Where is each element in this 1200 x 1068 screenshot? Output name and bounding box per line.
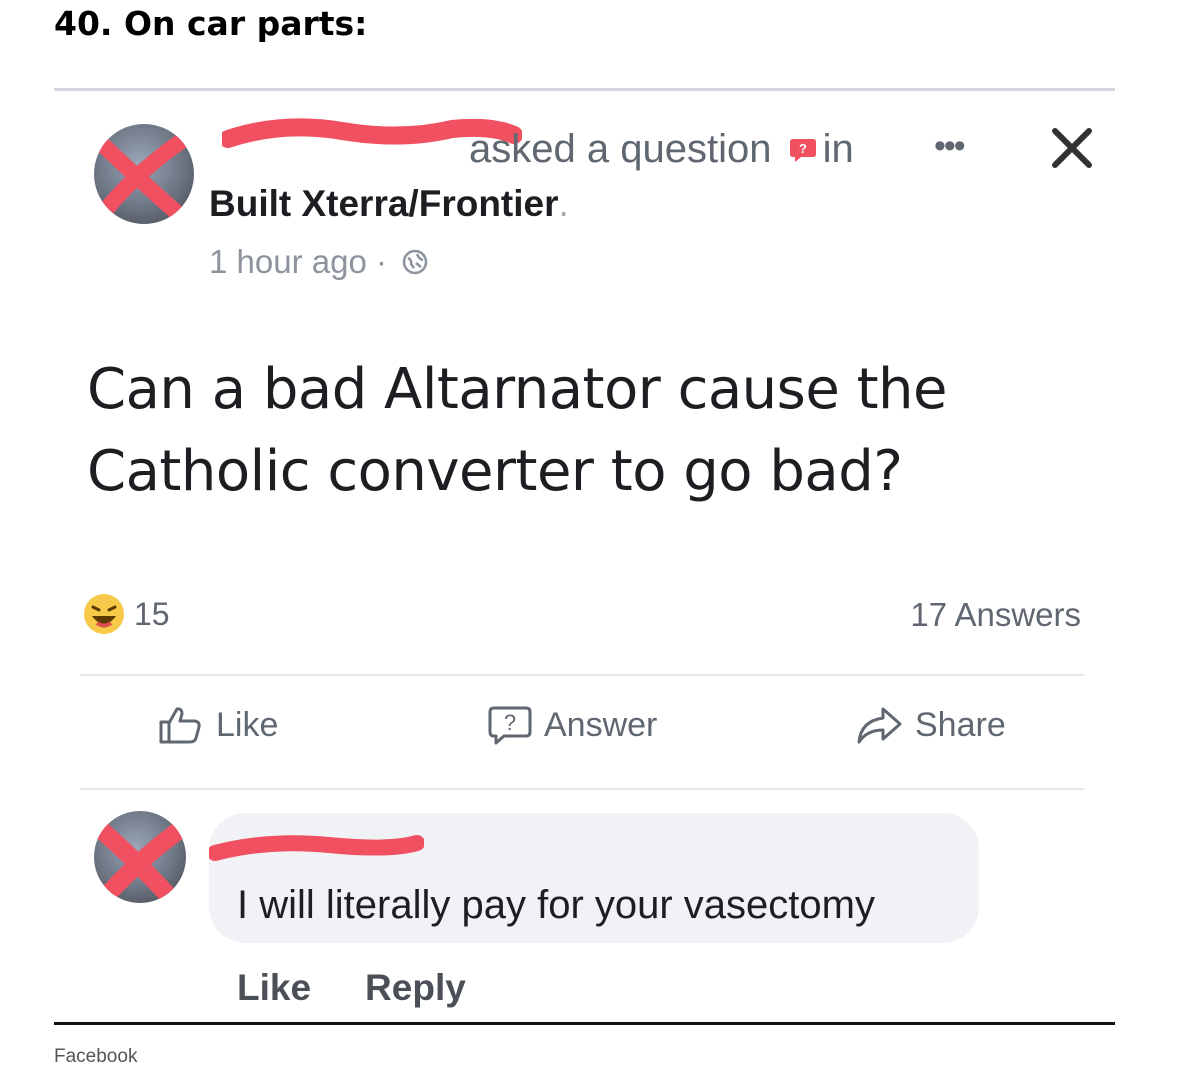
image-credit: Facebook — [54, 1046, 138, 1067]
share-label: Share — [915, 705, 1006, 744]
reactions-summary[interactable]: 15 — [82, 591, 170, 637]
thumbs-up-icon — [159, 707, 201, 744]
in-text: in — [822, 127, 854, 171]
more-options-button[interactable]: ••• — [934, 127, 966, 166]
commenter-avatar[interactable] — [94, 811, 186, 903]
divider — [80, 788, 1084, 790]
facebook-post: asked a question ? in Built Xterra/Front… — [54, 91, 1115, 1021]
reaction-count: 15 — [134, 595, 170, 632]
share-arrow-icon — [857, 707, 902, 744]
answer-button[interactable]: ? Answer — [488, 705, 657, 745]
timestamp-text: 1 hour ago — [209, 243, 367, 280]
group-suffix: . — [558, 183, 569, 224]
bottom-divider — [54, 1022, 1115, 1025]
question-text: Can a bad Altarnator cause the Catholic … — [87, 357, 948, 504]
comment-reply-button[interactable]: Reply — [365, 967, 466, 1009]
poster-avatar[interactable] — [94, 124, 194, 224]
answer-bubble-icon: ? — [488, 706, 532, 745]
close-icon[interactable] — [1047, 123, 1097, 173]
divider — [80, 674, 1084, 676]
post-timestamp[interactable]: 1 hour ago · — [209, 243, 428, 283]
article-heading: 40. On car parts: — [54, 4, 368, 43]
globe-icon — [402, 245, 428, 283]
comment-actions: Like Reply — [237, 967, 466, 1009]
post-meta-line: asked a question ? in — [209, 127, 854, 174]
like-button[interactable]: Like — [158, 705, 278, 745]
share-button[interactable]: Share — [855, 705, 1006, 745]
action-text: asked a question — [469, 127, 772, 171]
svg-text:?: ? — [504, 710, 516, 735]
redaction-x-icon — [94, 128, 194, 224]
redacted-commenter-scribble — [209, 835, 424, 861]
comment-like-button[interactable]: Like — [237, 967, 311, 1009]
svg-text:?: ? — [799, 141, 807, 156]
like-label: Like — [216, 705, 279, 744]
answers-count-link[interactable]: 17 Answers — [910, 596, 1081, 634]
group-name-link[interactable]: Built Xterra/Frontier. — [209, 183, 569, 225]
comment-text: I will literally pay for your vasectomy — [237, 883, 875, 927]
question-bubble-icon: ? — [789, 129, 817, 174]
timestamp-separator: · — [375, 243, 387, 280]
group-name: Built Xterra/Frontier — [209, 183, 559, 224]
post-action-bar: Like ? Answer Share — [80, 691, 1084, 771]
haha-reaction-icon — [84, 594, 124, 634]
redaction-x-icon — [94, 814, 186, 903]
answer-label: Answer — [544, 705, 658, 744]
